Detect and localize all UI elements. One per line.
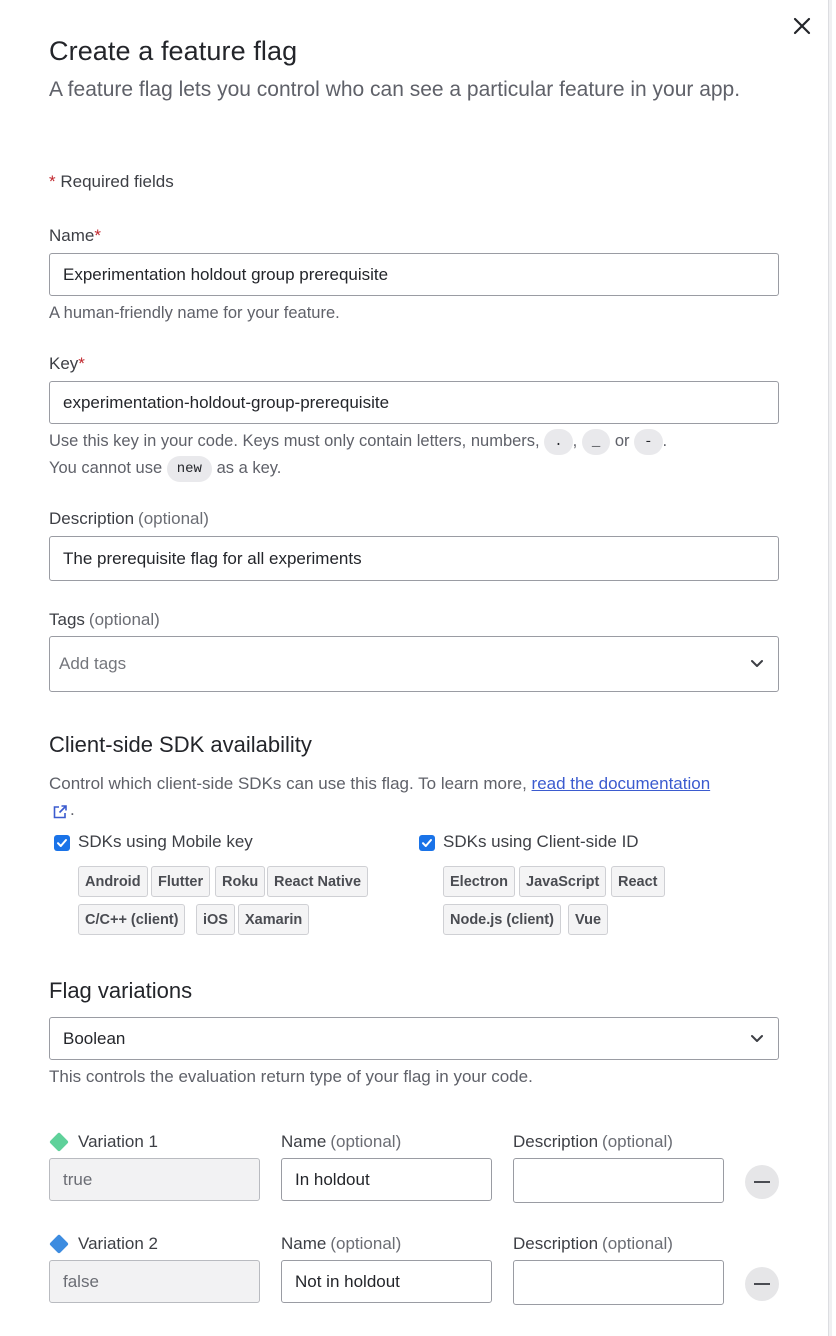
client-sdk-checkbox[interactable] xyxy=(419,835,435,851)
documentation-link[interactable]: read the documentation xyxy=(532,774,711,793)
variation-1-name-input[interactable]: In holdout xyxy=(281,1158,492,1201)
key-hint-text-2: You cannot use xyxy=(49,459,163,477)
client-sdk-label[interactable]: SDKs using Client-side ID xyxy=(443,832,639,852)
period-text: . xyxy=(662,432,668,450)
page-subtitle: A feature flag lets you control who can … xyxy=(49,78,741,101)
variation-1-description-input[interactable] xyxy=(513,1158,724,1203)
sdk-hint-period: . xyxy=(70,800,75,819)
sdk-tag-react: React xyxy=(611,866,665,897)
sdk-heading: Client-side SDK availability xyxy=(49,732,312,757)
external-link-icon[interactable] xyxy=(52,804,68,820)
variation-1-description-label-text: Description xyxy=(513,1132,599,1151)
description-input[interactable]: The prerequisite flag for all experiment… xyxy=(49,536,779,581)
chevron-down-icon xyxy=(751,660,763,667)
variation-1-name-label: Name (optional) xyxy=(281,1132,401,1152)
name-label-text: Name xyxy=(49,226,95,245)
name-input[interactable]: Experimentation holdout group prerequisi… xyxy=(49,253,779,296)
variation-2-description-label: Description (optional) xyxy=(513,1234,673,1254)
close-button[interactable] xyxy=(788,12,816,40)
variation-2-name-label: Name (optional) xyxy=(281,1234,401,1254)
checkmark-icon xyxy=(422,839,432,847)
variation-2-value-input[interactable]: false xyxy=(49,1260,260,1303)
required-star: * xyxy=(49,172,56,191)
minus-icon xyxy=(754,1283,770,1285)
variation-2-name-label-text: Name xyxy=(281,1234,327,1253)
checkmark-icon xyxy=(57,839,67,847)
name-hint: A human-friendly name for your feature. xyxy=(49,304,340,322)
required-fields-note: * Required fields xyxy=(49,172,174,192)
sdk-tag-javascript: JavaScript xyxy=(519,866,607,897)
variation-1-name-label-text: Name xyxy=(281,1132,327,1151)
key-input[interactable]: experimentation-holdout-group-prerequisi… xyxy=(49,381,779,424)
close-icon xyxy=(793,17,811,35)
sdk-tag-roku: Roku xyxy=(215,866,266,897)
chevron-down-icon xyxy=(751,1034,763,1042)
underscore-char-badge: _ xyxy=(581,428,611,455)
variation-2-description-label-text: Description xyxy=(513,1234,599,1253)
variation-1-description-label: Description (optional) xyxy=(513,1132,673,1152)
key-hint-text-3: as a key. xyxy=(216,459,282,477)
sdk-tag-electron: Electron xyxy=(443,866,516,897)
variation-2-name-optional: (optional) xyxy=(330,1234,402,1253)
remove-variation-2-button[interactable] xyxy=(745,1267,779,1301)
page-title: Create a feature flag xyxy=(49,36,298,66)
sdk-tag-xamarin: Xamarin xyxy=(238,904,310,935)
tags-label-text: Tags xyxy=(49,610,85,629)
tags-placeholder: Add tags xyxy=(59,654,127,673)
sdk-tag-android: Android xyxy=(78,866,148,897)
key-required-star: * xyxy=(78,354,85,373)
tags-optional: (optional) xyxy=(88,610,160,629)
variation-type-hint: This controls the evaluation return type… xyxy=(49,1067,533,1086)
create-flag-panel: Create a feature flag A feature flag let… xyxy=(0,0,832,1336)
sdk-tag-vue: Vue xyxy=(568,904,609,935)
variations-heading: Flag variations xyxy=(49,978,193,1003)
variation-2-name-input[interactable]: Not in holdout xyxy=(281,1260,492,1303)
key-hint-line2: You cannot use new as a key. xyxy=(49,455,281,482)
variation-2-label: Variation 2 xyxy=(78,1234,159,1253)
key-label-text: Key xyxy=(49,354,79,373)
variation-2-description-optional: (optional) xyxy=(602,1234,673,1253)
sdk-tag-flutter: Flutter xyxy=(151,866,211,897)
sdk-tag-react-native: React Native xyxy=(267,866,369,897)
required-text: Required fields xyxy=(55,172,174,191)
variation-2-color-icon xyxy=(49,1234,69,1254)
dot-char-badge: . xyxy=(544,428,573,455)
key-hint-line1: Use this key in your code. Keys must onl… xyxy=(49,428,667,455)
mobile-sdk-label[interactable]: SDKs using Mobile key xyxy=(78,832,253,852)
sdk-tag-cpp-client: C/C++ (client) xyxy=(78,904,186,935)
variation-1-color-icon xyxy=(49,1132,69,1152)
description-label: Description (optional) xyxy=(49,509,209,529)
mobile-sdk-checkbox[interactable] xyxy=(54,835,70,851)
description-label-text: Description xyxy=(49,509,135,528)
remove-variation-1-button[interactable] xyxy=(745,1165,779,1199)
description-optional: (optional) xyxy=(138,509,209,528)
variation-2-description-input[interactable] xyxy=(513,1260,724,1305)
key-label: Key* xyxy=(49,354,85,374)
sdk-tag-ios: iOS xyxy=(196,904,235,935)
variation-1-label: Variation 1 xyxy=(78,1132,159,1151)
variation-type-select[interactable]: Boolean xyxy=(49,1017,779,1060)
variation-1-value-input[interactable]: true xyxy=(49,1158,260,1201)
key-hint-text: Use this key in your code. Keys must onl… xyxy=(49,432,540,450)
name-required-star: * xyxy=(94,226,101,245)
reserved-key-badge: new xyxy=(166,455,212,482)
dash-char-badge: - xyxy=(634,428,663,455)
variation-type-value: Boolean xyxy=(63,1028,126,1048)
sdk-hint: Control which client-side SDKs can use t… xyxy=(49,771,710,797)
variation-1-description-optional: (optional) xyxy=(602,1132,673,1151)
panel-edge xyxy=(828,0,832,1336)
sdk-hint-text: Control which client-side SDKs can use t… xyxy=(49,774,527,793)
sdk-tag-nodejs-client: Node.js (client) xyxy=(443,904,561,935)
tags-select[interactable]: Add tags xyxy=(49,636,779,692)
comma-1: , xyxy=(572,432,578,450)
name-label: Name* xyxy=(49,226,101,246)
variation-1-name-optional: (optional) xyxy=(330,1132,402,1151)
minus-icon xyxy=(754,1181,770,1183)
tags-label: Tags (optional) xyxy=(49,610,160,630)
or-text: or xyxy=(614,432,630,450)
